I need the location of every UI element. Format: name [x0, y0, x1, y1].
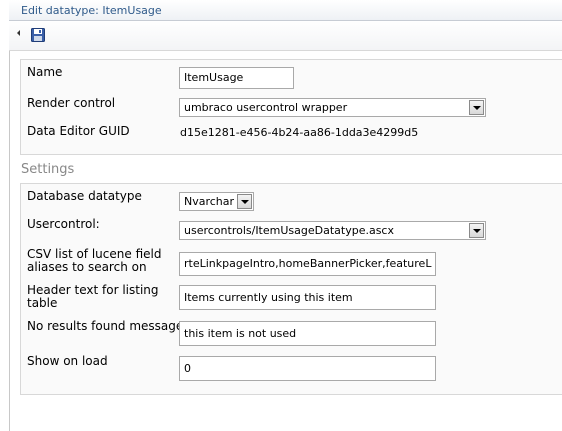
- guid-value: d15e1281-e456-4b24-aa86-1dda3e4299d5: [180, 126, 419, 139]
- csv-label: CSV list of lucene field aliases to sear…: [27, 248, 161, 274]
- db-datatype-select[interactable]: Nvarchar: [179, 192, 254, 211]
- left-border: [9, 20, 10, 431]
- noresults-label: No results found message: [27, 319, 184, 333]
- page-title: Edit datatype: ItemUsage: [21, 4, 162, 17]
- chevron-down-icon[interactable]: [469, 223, 484, 238]
- csv-label-line2: aliases to search on: [27, 260, 147, 274]
- usercontrol-value: usercontrols/ItemUsageDatatype.ascx: [184, 224, 394, 237]
- header-input[interactable]: Items currently using this item: [179, 285, 436, 310]
- db-datatype-value: Nvarchar: [184, 195, 235, 208]
- title-bar: Edit datatype: ItemUsage: [9, 0, 562, 21]
- name-label: Name: [27, 65, 63, 79]
- render-control-select[interactable]: umbraco usercontrol wrapper: [179, 98, 486, 117]
- toolbar: [9, 21, 562, 51]
- chevron-down-icon[interactable]: [469, 100, 484, 115]
- usercontrol-label: Usercontrol:: [27, 217, 100, 231]
- header-label: Header text for listing table: [27, 284, 159, 310]
- left-arrow-icon[interactable]: [17, 30, 20, 36]
- chevron-down-icon[interactable]: [237, 194, 252, 209]
- db-datatype-label: Database datatype: [27, 189, 142, 203]
- settings-heading: Settings: [21, 162, 75, 177]
- render-control-value: umbraco usercontrol wrapper: [184, 101, 348, 114]
- showonload-label: Show on load: [27, 354, 108, 368]
- name-input[interactable]: ItemUsage: [179, 67, 294, 89]
- floppy-disk-icon[interactable]: [31, 28, 45, 42]
- header-label-line2: table: [27, 296, 58, 310]
- header-label-line1: Header text for listing: [27, 283, 159, 297]
- csv-input[interactable]: rteLinkpageIntro,homeBannerPicker,featur…: [179, 252, 436, 276]
- guid-label: Data Editor GUID: [27, 124, 130, 138]
- usercontrol-select[interactable]: usercontrols/ItemUsageDatatype.ascx: [179, 221, 486, 240]
- noresults-input[interactable]: this item is not used: [179, 321, 436, 346]
- render-control-label: Render control: [27, 96, 116, 110]
- showonload-input[interactable]: 0: [179, 356, 436, 381]
- csv-label-line1: CSV list of lucene field: [27, 247, 162, 261]
